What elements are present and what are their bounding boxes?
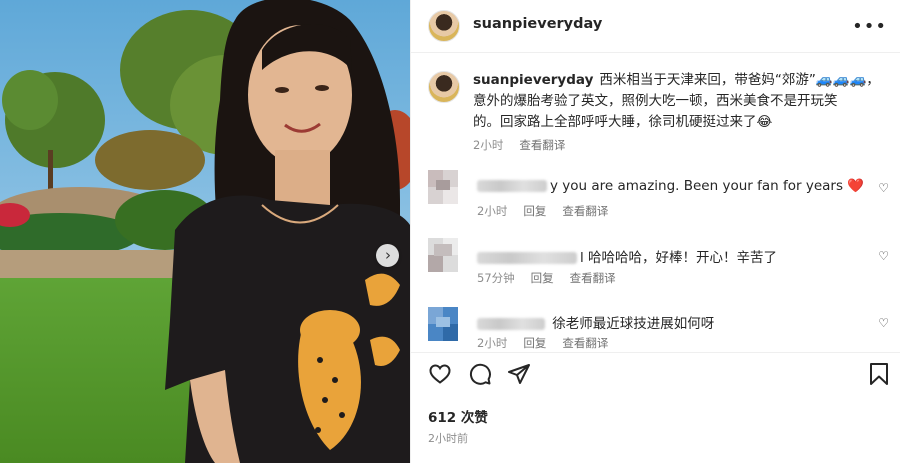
post-timestamp: 2小时前 bbox=[428, 432, 468, 445]
comment-meta: 2小时 回复 查看翻译 bbox=[477, 335, 608, 351]
post-action-bar bbox=[411, 362, 900, 394]
commenter-avatar[interactable] bbox=[428, 170, 458, 204]
heart-outline-icon[interactable]: ♡ bbox=[878, 316, 889, 330]
bookmark-icon[interactable] bbox=[868, 362, 890, 386]
commenter-avatar[interactable] bbox=[428, 238, 458, 272]
comment-item: 徐老师最近球技进展如何呀 2小时 回复 查看翻译 ♡ bbox=[411, 303, 900, 367]
comment-time[interactable]: 2小时 bbox=[477, 336, 507, 350]
photo-image bbox=[0, 0, 410, 463]
author-username[interactable]: suanpieveryday bbox=[473, 16, 602, 32]
redacted-username bbox=[477, 180, 547, 192]
comment-text: y you are amazing. Been your fan for yea… bbox=[477, 178, 864, 194]
translate-link[interactable]: 查看翻译 bbox=[562, 204, 608, 218]
comment-item: y you are amazing. Been your fan for yea… bbox=[411, 168, 900, 232]
chevron-right-icon: › bbox=[385, 246, 391, 264]
comment-body: 徐老师最近球技进展如何呀 bbox=[552, 316, 715, 332]
caption-translate-link[interactable]: 查看翻译 bbox=[519, 138, 565, 152]
reply-link[interactable]: 回复 bbox=[531, 271, 554, 285]
instagram-post-view: › suanpieveryday ••• suanpieveryday 西米相当于… bbox=[0, 0, 900, 463]
heart-outline-icon[interactable]: ♡ bbox=[878, 181, 889, 195]
comment-text: 徐老师最近球技进展如何呀 bbox=[477, 312, 714, 332]
heart-icon[interactable] bbox=[428, 362, 452, 386]
post-side-panel: suanpieveryday ••• suanpieveryday 西米相当于天津… bbox=[410, 0, 900, 463]
actions-divider bbox=[411, 352, 900, 353]
author-avatar[interactable] bbox=[428, 10, 460, 42]
reply-link[interactable]: 回复 bbox=[523, 204, 546, 218]
next-photo-button[interactable]: › bbox=[376, 244, 399, 267]
more-icon[interactable]: ••• bbox=[852, 16, 887, 37]
commenter-avatar[interactable] bbox=[428, 307, 458, 341]
caption-username[interactable]: suanpieveryday bbox=[473, 72, 593, 88]
comment-body: l 哈哈哈哈，好棒！开心！辛苦了 bbox=[580, 250, 778, 266]
caption-line-1: 西米相当于天津来回，带爸妈“郊游”🚙🚙🚙， bbox=[599, 72, 880, 88]
comment-meta: 2小时 回复 查看翻译 bbox=[477, 203, 608, 219]
caption-time[interactable]: 2小时 bbox=[473, 138, 503, 152]
heart-outline-icon[interactable]: ♡ bbox=[878, 249, 889, 263]
caption-line-2: 意外的爆胎考验了英文，照例大吃一顿，西米美食不是开玩笑 bbox=[473, 93, 838, 109]
comment-body: y you are amazing. Been your fan for yea… bbox=[550, 178, 843, 194]
comment-meta: 57分钟 回复 查看翻译 bbox=[477, 270, 616, 286]
caption-line-3: 的。回家路上全部呼呼大睡，徐司机硬挺过来了😂 bbox=[473, 114, 773, 130]
comment-time[interactable]: 2小时 bbox=[477, 204, 507, 218]
likes-count[interactable]: 612 次赞 bbox=[428, 406, 488, 426]
caption-avatar[interactable] bbox=[428, 71, 460, 103]
redacted-username bbox=[477, 318, 545, 330]
redacted-username bbox=[477, 252, 577, 264]
post-header: suanpieveryday ••• bbox=[411, 0, 900, 53]
caption-meta: 2小时 查看翻译 bbox=[473, 137, 565, 153]
caption-text: suanpieveryday 西米相当于天津来回，带爸妈“郊游”🚙🚙🚙， 意外的爆… bbox=[473, 70, 885, 133]
share-icon[interactable] bbox=[507, 362, 531, 386]
comment-icon[interactable] bbox=[468, 362, 492, 386]
reply-link[interactable]: 回复 bbox=[523, 336, 546, 350]
red-heart-emoji: ❤️ bbox=[847, 178, 865, 194]
translate-link[interactable]: 查看翻译 bbox=[570, 271, 616, 285]
comment-item: l 哈哈哈哈，好棒！开心！辛苦了 57分钟 回复 查看翻译 ♡ bbox=[411, 236, 900, 300]
comment-text: l 哈哈哈哈，好棒！开心！辛苦了 bbox=[477, 246, 777, 266]
comment-time[interactable]: 57分钟 bbox=[477, 271, 515, 285]
post-photo: › bbox=[0, 0, 410, 463]
translate-link[interactable]: 查看翻译 bbox=[562, 336, 608, 350]
